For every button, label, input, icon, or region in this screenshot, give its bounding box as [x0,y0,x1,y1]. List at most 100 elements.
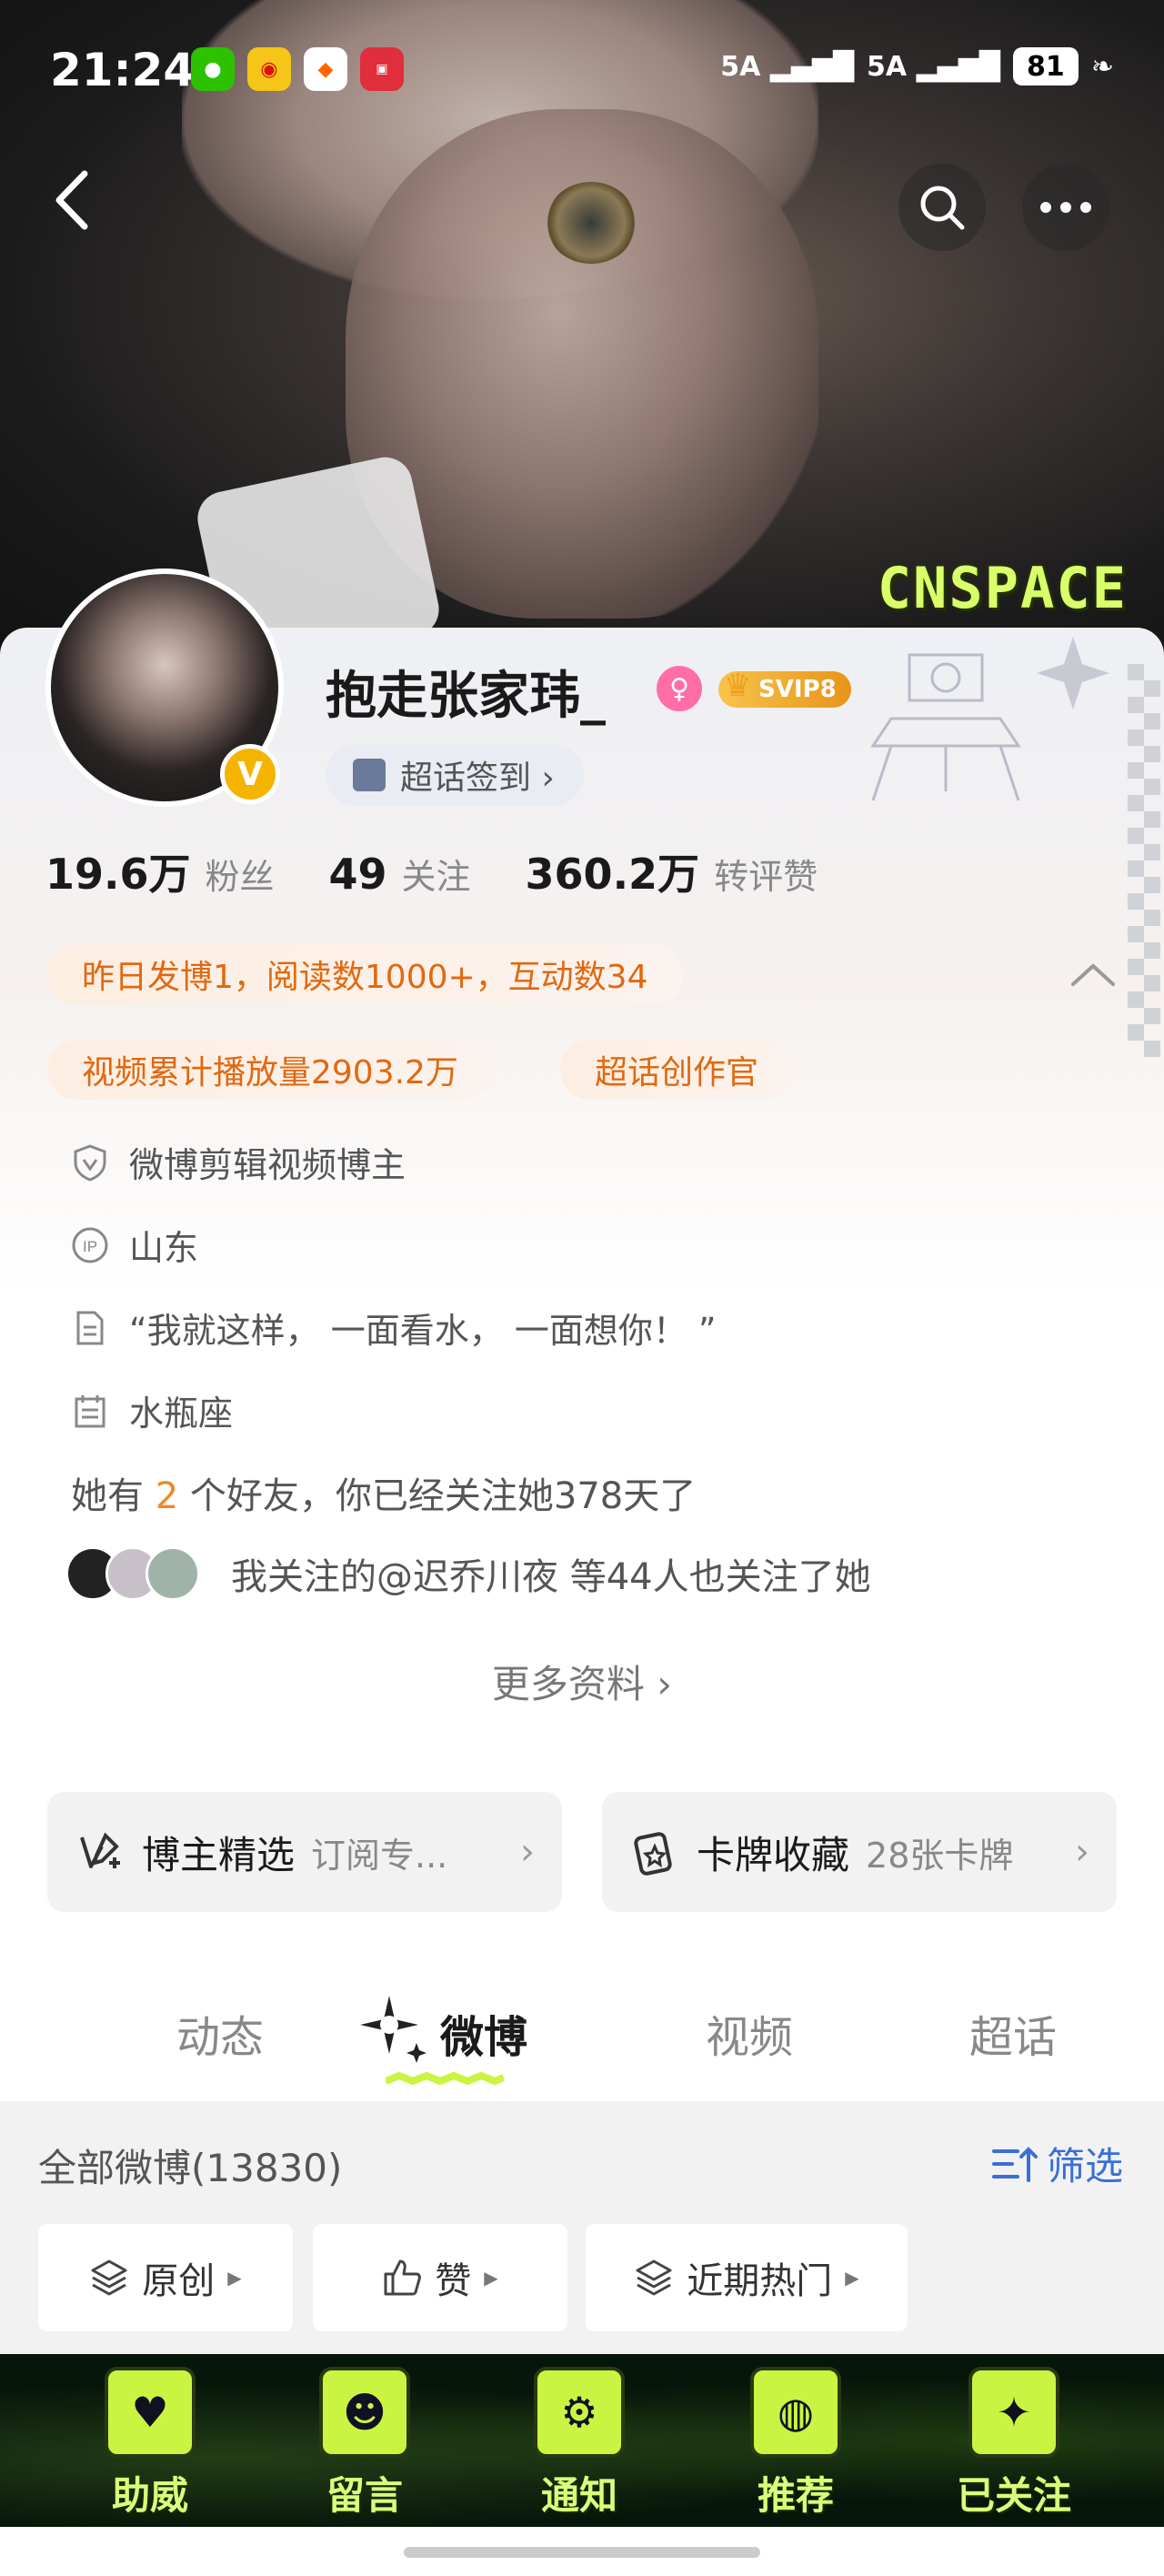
bottom-message-label: 留言 [326,2473,403,2518]
more-info-link[interactable]: 更多资料 › [0,1654,1164,1709]
female-icon: ♀ [657,666,702,711]
stat-fans-count: 19.6万 [45,850,191,899]
blogger-picks-tile[interactable]: 博主精选 订阅专... › [47,1792,562,1912]
stat-interactions-count: 360.2万 [525,850,700,899]
status-time: 21:24 [50,44,196,96]
card-star-icon [634,1832,672,1876]
tab-weibo[interactable]: 微博 [440,2001,527,2065]
bottom-action-bar: ♥ 助威 ☻ 留言 ⚙ 通知 ◍ 推荐 ✦ 已关注 [0,2354,1164,2527]
sparkle-icon [360,1996,426,2063]
active-tab-underline [386,2072,504,2086]
chevron-left-icon [55,170,88,230]
constellation-text: 水瓶座 [129,1394,234,1434]
cover-ring [546,182,637,264]
video-plays-pill[interactable]: 视频累计播放量2903.2万 [47,1040,493,1100]
friends-info: 她有 2 个好友，你已经关注她378天了 [71,1466,696,1519]
all-weibo-count: 全部微博(13830) [38,2146,343,2190]
stat-interactions-label: 转评赞 [714,857,818,897]
chevron-right-icon: › [1075,1831,1089,1873]
friends-count[interactable]: 2 [156,1475,178,1517]
verified-badge: V [220,744,280,804]
chip-recent-hot-label: 近期热门 [687,2260,833,2302]
chip-like[interactable]: 赞 ▶ [313,2224,567,2331]
bottom-notify-button[interactable]: ⚙ 通知 [511,2367,647,2521]
bottom-followed-label: 已关注 [956,2473,1071,2518]
shield-icon [74,1143,106,1182]
more-button[interactable] [1022,164,1109,251]
tab-super-topic[interactable]: 超话 [969,2001,1057,2065]
system-indicators: 5A ▂▄▆█ 5A ▂▄▆█ 81 ❧ [720,47,1114,86]
tab-video[interactable]: 视频 [706,2001,793,2065]
search-icon [920,186,965,230]
profile-stats: 19.6万 粉丝 49 关注 360.2万 转评赞 [45,841,818,901]
stat-following-label: 关注 [401,857,471,897]
card-collection-title: 卡牌收藏 [697,1832,850,1877]
tab-dynamics[interactable]: 动态 [176,2001,264,2065]
bottom-recommend-label: 推荐 [757,2473,834,2518]
stat-fans-label: 粉丝 [205,857,275,897]
space-rover-decoration [870,637,1160,1057]
info-verification: 微博剪辑视频博主 [71,1137,406,1187]
creator-title-pill[interactable]: 超话创作官 [560,1040,794,1100]
info-constellation: 水瓶座 [71,1385,233,1435]
stat-following[interactable]: 49 关注 [329,849,471,899]
stat-interactions[interactable]: 360.2万 转评赞 [526,841,818,901]
astronaut-icon: ☻ [319,2367,410,2458]
signal-1: 5A ▂▄▆█ [720,50,855,83]
weibo-icon: ◉ [247,47,291,91]
mutual-follow-text: 我关注的@迟乔川夜 等44人也关注了她 [231,1556,871,1598]
taobao-icon: ◆ [304,47,347,91]
profile-tabs: 动态 微博 视频 超话 [0,1974,1164,2101]
chip-recent-hot[interactable]: 近期热门 ▶ [586,2224,908,2331]
crown-icon: ♛ [724,668,752,704]
svg-text:IP: IP [83,1238,97,1255]
pen-check-icon [80,1832,120,1868]
caret-right-icon: ▶ [227,2267,242,2289]
filter-label: 筛选 [1046,2144,1123,2189]
wechat-icon: ● [191,47,235,91]
chip-original-label: 原创 [142,2260,216,2302]
globe-icon: ◍ [750,2367,841,2458]
stat-fans[interactable]: 19.6万 粉丝 [45,841,275,901]
svip-badge[interactable]: ♛ SVIP8 [718,668,851,708]
blogger-picks-title: 博主精选 [142,1832,296,1877]
info-bio: “我就这样， 一面看水， 一面想你！ ” [71,1303,717,1353]
bottom-recommend-button[interactable]: ◍ 推荐 [728,2367,864,2521]
thumbs-up-icon [384,2259,422,2296]
search-button[interactable] [898,164,986,251]
mutual-avatar [146,1546,200,1601]
yesterday-stats-pill[interactable]: 昨日发博1，阅读数1000+，互动数34 [47,944,683,1004]
blogger-picks-sub: 订阅专... [311,1835,448,1876]
back-button[interactable] [36,164,109,236]
chevron-up-icon[interactable] [1066,957,1120,993]
username: 抱走张家玮_ [326,667,606,726]
card-collection-tile[interactable]: 卡牌收藏 28张卡牌 › [602,1792,1117,1912]
xiaohongshu-icon: ▣ [360,47,404,91]
gesture-home-bar[interactable] [0,2527,1164,2576]
mutual-follow-row[interactable]: 我关注的@迟乔川夜 等44人也关注了她 [65,1546,871,1601]
card-collection-sub: 28张卡牌 [866,1835,1014,1876]
chip-like-label: 赞 [435,2260,472,2302]
bottom-message-button[interactable]: ☻ 留言 [296,2367,433,2521]
layers-icon [91,2259,127,2296]
battery-icon: 81 [1012,47,1079,86]
bottom-followed-button[interactable]: ✦ 已关注 [946,2367,1082,2521]
signal-2: 5A ▂▄▆█ [867,50,1000,83]
bottom-notify-label: 通知 [540,2473,617,2518]
document-icon [76,1311,104,1344]
feed-filter-bar: 全部微博(13830) 筛选 原创 ▶ 赞 ▶ 近期热门 ▶ [0,2101,1164,2338]
caret-right-icon: ▶ [484,2267,498,2289]
leaf-icon: ❧ [1090,50,1114,83]
ip-icon: IP [72,1227,108,1263]
info-ip-location: IP 山东 [71,1220,198,1270]
chip-original[interactable]: 原创 ▶ [38,2224,293,2331]
chevron-right-icon: › [520,1831,535,1873]
calendar-outline-icon [75,1394,105,1427]
ip-location-text: 山东 [129,1228,199,1268]
super-topic-checkin-button[interactable]: 超话签到 › [326,744,584,806]
cnspace-watermark: CNSPACE [877,555,1128,621]
bottom-cheer-button[interactable]: ♥ 助威 [82,2367,218,2521]
more-dots-icon [1040,202,1091,213]
filter-button[interactable]: 筛选 [991,2136,1123,2191]
heart-icon: ♥ [105,2367,196,2458]
